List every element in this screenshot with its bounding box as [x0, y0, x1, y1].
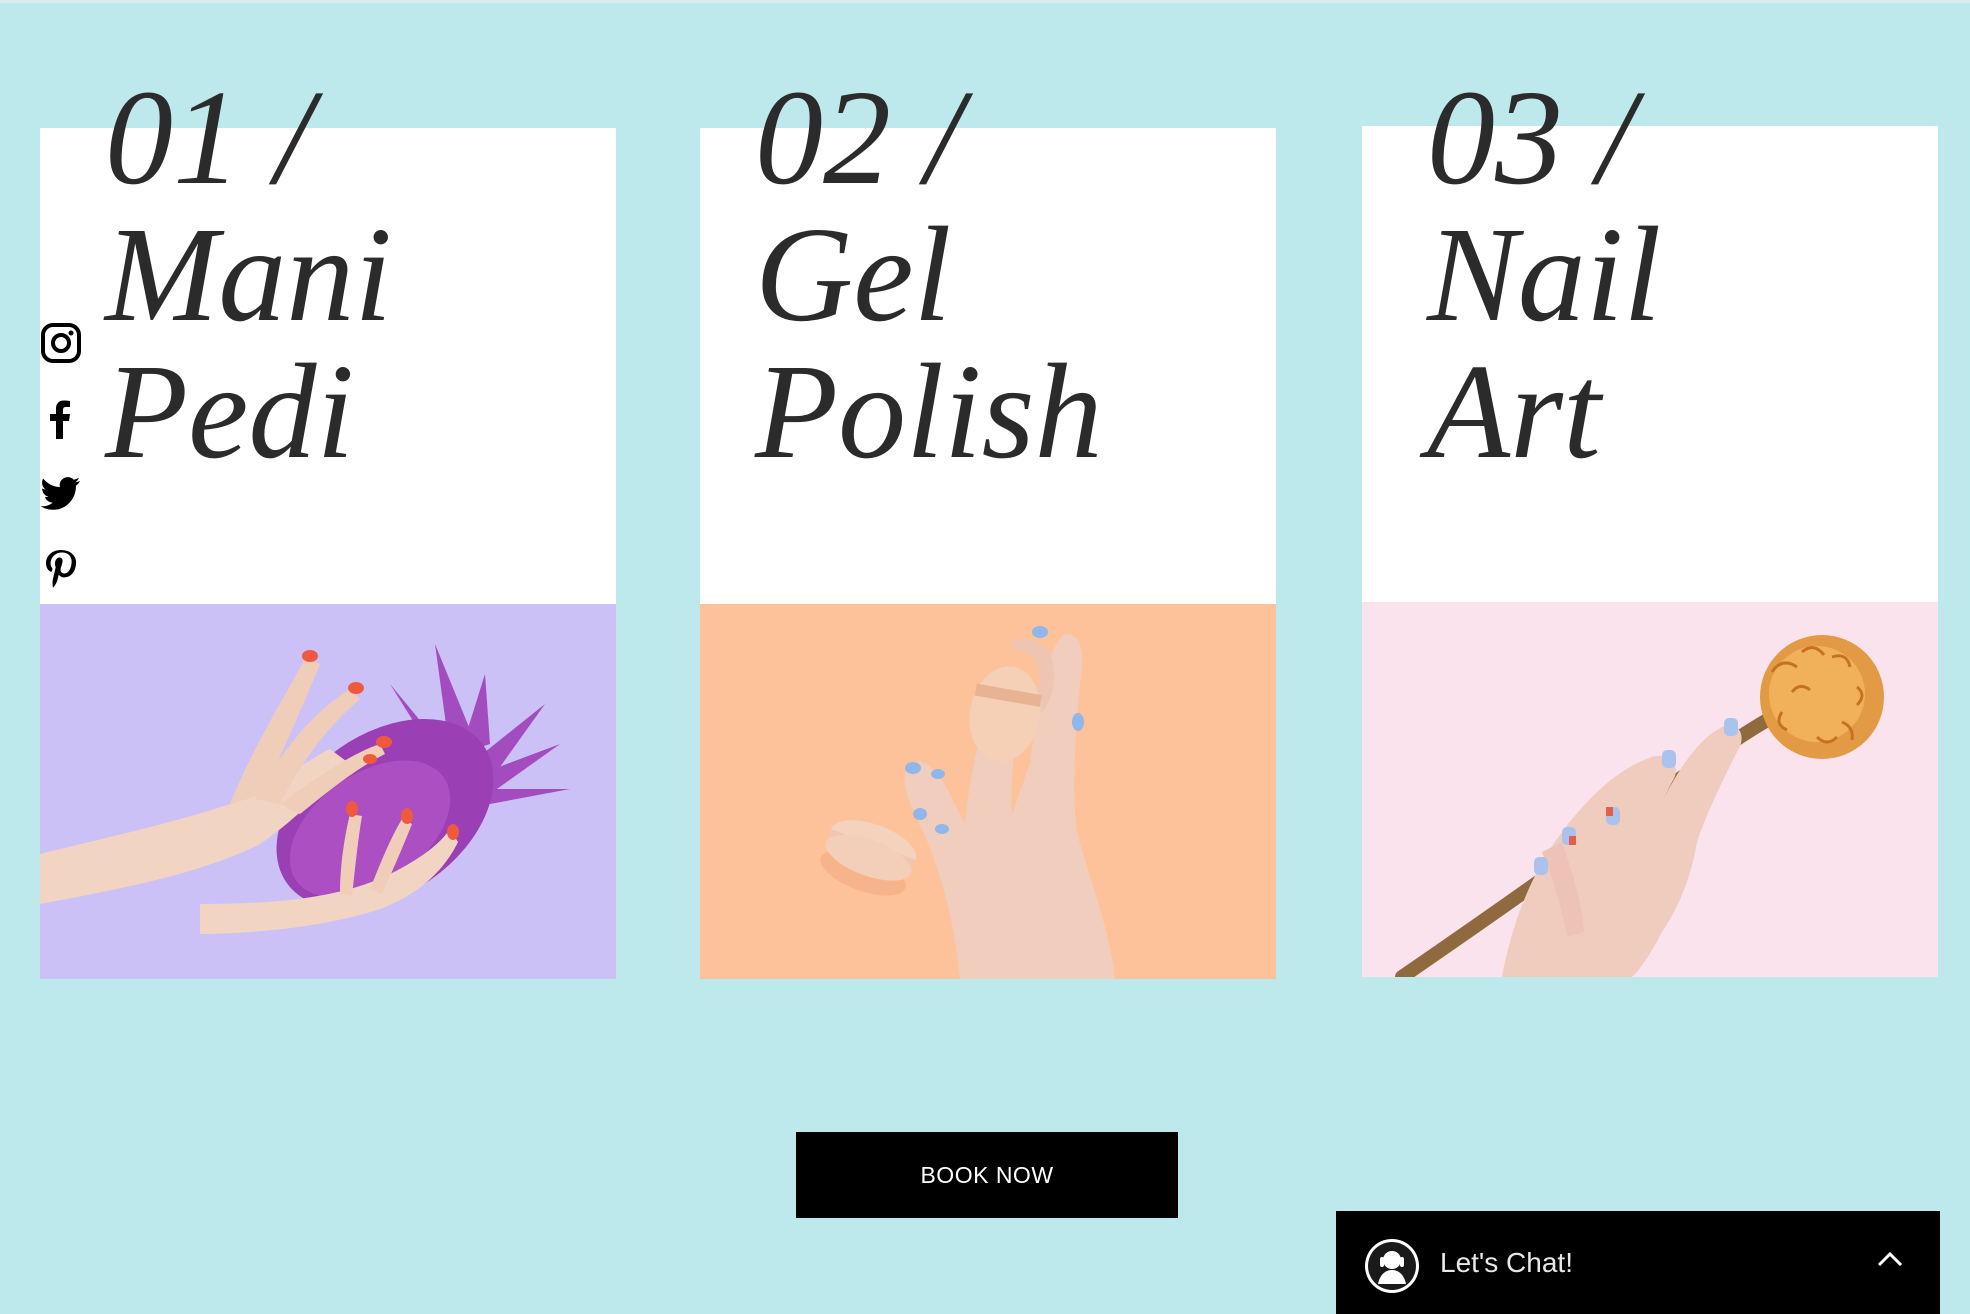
chat-widget[interactable]: Let's Chat! — [1336, 1211, 1940, 1314]
service-title-nail-art: 03 / Nail Art — [1427, 70, 1661, 481]
service-title-gel-polish: 02 / Gel Polish — [755, 70, 1103, 481]
card-photo-macaron — [700, 604, 1276, 979]
service-title-mani-pedi: 01 / Mani Pedi — [105, 70, 392, 481]
pinterest-icon[interactable] — [40, 547, 82, 589]
instagram-icon[interactable] — [40, 322, 82, 364]
service-name-line1: Mani — [105, 200, 393, 350]
service-name-line2: Polish — [755, 337, 1103, 487]
card-photo-flower — [1362, 602, 1938, 977]
service-number: 03 / — [1427, 63, 1635, 213]
book-now-button[interactable]: BOOK NOW — [796, 1132, 1178, 1218]
service-name-line1: Gel — [755, 200, 952, 350]
service-name-line2: Art — [1427, 337, 1601, 487]
top-border — [0, 0, 1970, 3]
service-card-nail-art[interactable]: 03 / Nail Art — [1362, 70, 1938, 977]
chevron-up-icon[interactable] — [1876, 1249, 1904, 1269]
twitter-icon[interactable] — [40, 472, 82, 514]
facebook-icon[interactable] — [40, 397, 82, 439]
service-card-mani-pedi[interactable]: 01 / Mani Pedi — [40, 70, 616, 979]
service-card-gel-polish[interactable]: 02 / Gel Polish — [700, 70, 1276, 979]
chat-avatar-icon — [1364, 1238, 1420, 1294]
service-number: 01 / — [105, 63, 313, 213]
chat-label: Let's Chat! — [1440, 1247, 1573, 1278]
service-name-line2: Pedi — [105, 337, 355, 487]
card-photo-pineapple — [40, 604, 616, 979]
service-number: 02 / — [755, 63, 963, 213]
service-name-line1: Nail — [1427, 200, 1662, 350]
social-bar — [40, 322, 82, 622]
